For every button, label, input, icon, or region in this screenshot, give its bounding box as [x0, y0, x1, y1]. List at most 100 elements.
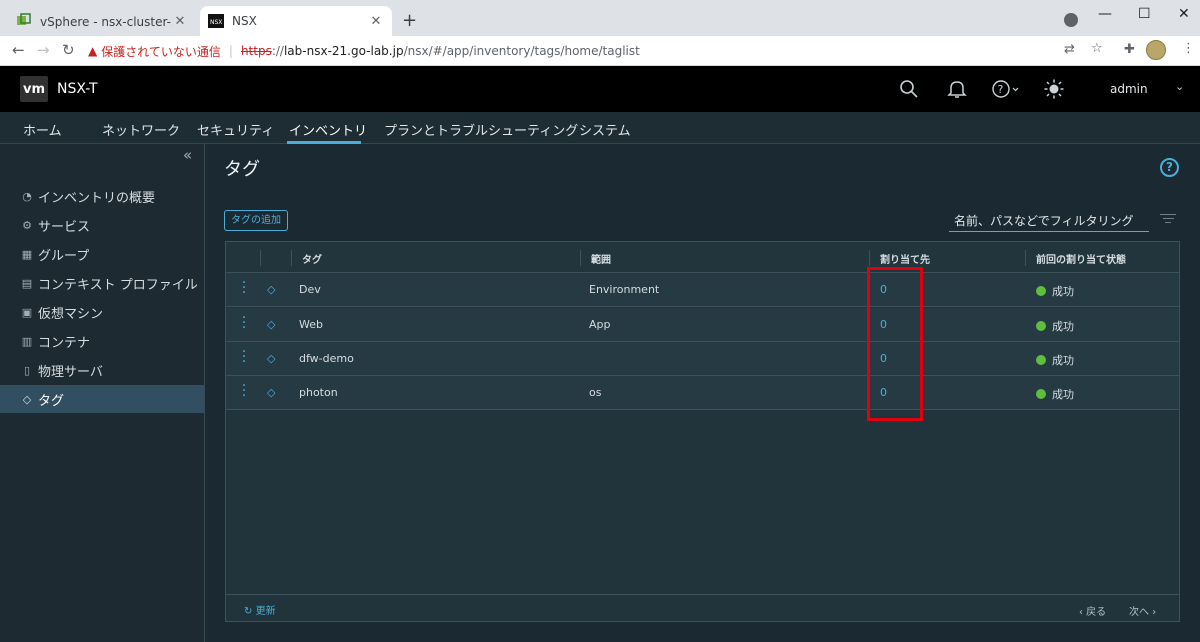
svg-text:?: ?	[998, 83, 1004, 96]
top-nav: ホーム ネットワーク セキュリティ インベントリ プランとトラブルシューティング…	[0, 112, 1200, 144]
tag-name: Web	[299, 318, 323, 331]
chevron-down-icon[interactable]: ⌄	[1175, 80, 1184, 93]
security-label: 保護されていない通信	[101, 44, 221, 59]
collapse-sidebar-icon[interactable]: «	[183, 146, 192, 164]
tab-title: NSX	[232, 14, 257, 28]
sidebar-item-label: 物理サーバ	[38, 364, 103, 380]
help-menu-icon[interactable]: ?	[992, 79, 1020, 99]
sidebar-item-label: サービス	[38, 219, 91, 235]
success-status-icon	[1036, 389, 1046, 399]
browser-tab-vsphere[interactable]: vSphere - nsx-cluster-21 - 仮想マ ✕	[8, 6, 196, 36]
page-title: タグ	[224, 159, 260, 180]
sidebar-item-inventory-overview[interactable]: ◔ インベントリの概要	[0, 182, 204, 210]
sidebar-item-label: 仮想マシン	[38, 306, 104, 322]
nav-networking[interactable]: ネットワーク	[102, 120, 180, 139]
minimize-icon[interactable]: —	[1098, 6, 1112, 22]
column-divider	[1025, 250, 1026, 266]
sidebar-item-containers[interactable]: ▥ コンテナ	[0, 327, 204, 355]
row-actions-icon[interactable]: · · ·	[241, 311, 247, 335]
sidebar-item-groups[interactable]: ▦ グループ	[0, 240, 204, 268]
refresh-icon: ↻	[244, 606, 253, 617]
address-bar: ← → ↻ ▲ 保護されていない通信 | https :// lab-nsx-2…	[0, 36, 1200, 66]
profile-icon: ▤	[21, 276, 33, 290]
tag-icon: ◇	[267, 283, 276, 296]
tag-scope: App	[589, 318, 611, 331]
tag-scope: Environment	[589, 283, 660, 296]
sidebar-item-label: グループ	[38, 248, 90, 264]
filter-icon[interactable]	[1160, 214, 1176, 226]
nav-plan-troubleshoot[interactable]: プランとトラブルシューティング	[384, 120, 578, 139]
new-tab-icon[interactable]: +	[402, 10, 417, 31]
row-actions-icon[interactable]: · · ·	[241, 345, 247, 369]
close-window-icon[interactable]: ✕	[1178, 6, 1190, 22]
column-divider	[580, 250, 581, 266]
maximize-icon[interactable]: ☐	[1138, 6, 1151, 22]
sidebar-item-tags[interactable]: ◇ タグ	[0, 385, 204, 413]
back-icon[interactable]: ←	[12, 41, 25, 59]
tag-name: dfw-demo	[299, 352, 354, 365]
tags-table: タグ 範囲 割り当て先 前回の割り当て状態 · · · ◇ Dev Environm…	[225, 241, 1180, 622]
user-menu[interactable]: admin	[1110, 82, 1148, 96]
next-page-button[interactable]: 次へ ›	[1129, 603, 1156, 618]
app-title: NSX-T	[57, 81, 98, 97]
table-header: タグ 範囲 割り当て先 前回の割り当て状態	[226, 242, 1179, 273]
row-actions-icon[interactable]: · · ·	[241, 379, 247, 403]
active-tab-indicator	[287, 141, 361, 144]
close-tab-icon[interactable]: ✕	[172, 14, 188, 29]
sidebar-item-virtual-machines[interactable]: ▣ 仮想マシン	[0, 298, 204, 326]
sidebar-item-physical-servers[interactable]: ▯ 物理サーバ	[0, 356, 204, 384]
table-row: · · · ◇ Dev Environment 0 成功	[226, 273, 1179, 307]
bookmark-star-icon[interactable]: ☆	[1091, 41, 1103, 56]
prev-page-button[interactable]: ‹ 戻る	[1079, 603, 1106, 618]
tab-title: vSphere - nsx-cluster-21 - 仮想マ	[40, 14, 172, 29]
success-status-icon	[1036, 286, 1046, 296]
table-row: · · · ◇ Web App 0 成功	[226, 308, 1179, 342]
column-divider	[291, 250, 292, 266]
reload-icon[interactable]: ↻	[62, 41, 75, 59]
column-header-tag[interactable]: タグ	[302, 251, 322, 266]
url-path: /nsx/#/app/inventory/tags/home/taglist	[403, 44, 640, 58]
search-icon[interactable]	[899, 79, 919, 99]
forward-icon[interactable]: →	[37, 41, 50, 59]
translate-icon[interactable]: ⇄	[1064, 42, 1075, 57]
nav-security[interactable]: セキュリティ	[197, 120, 274, 139]
extensions-icon[interactable]: ✚	[1124, 42, 1135, 57]
nav-home[interactable]: ホーム	[23, 120, 62, 139]
service-icon: ⚙	[22, 218, 32, 232]
url-separator: ://	[271, 44, 284, 58]
help-icon[interactable]: ?	[1160, 158, 1179, 177]
url-field[interactable]: ▲ 保護されていない通信 | https :// lab-nsx-21.go-l…	[88, 39, 1118, 63]
tag-scope: os	[589, 386, 602, 399]
sidebar-item-label: インベントリの概要	[38, 190, 156, 206]
profile-avatar[interactable]	[1146, 40, 1166, 60]
svg-text:NSX: NSX	[210, 19, 222, 26]
theme-sun-icon[interactable]	[1044, 79, 1064, 99]
browser-tab-nsx[interactable]: NSX NSX ✕	[200, 6, 392, 36]
filter-input[interactable]: 名前、パスなどでフィルタリング	[949, 208, 1149, 232]
tab-search-icon[interactable]	[1064, 13, 1078, 27]
status-text: 成功	[1052, 320, 1074, 333]
nav-system[interactable]: システム	[579, 120, 631, 139]
nav-inventory[interactable]: インベントリ	[289, 120, 367, 139]
column-header-scope[interactable]: 範囲	[591, 251, 611, 266]
status-text: 成功	[1052, 354, 1074, 367]
row-actions-icon[interactable]: · · ·	[241, 276, 247, 300]
omnibox-divider: |	[228, 44, 233, 58]
vmware-logo: vm	[20, 76, 48, 102]
table-row: · · · ◇ photon os 0 成功	[226, 376, 1179, 410]
bell-icon[interactable]	[947, 79, 967, 99]
annotation-highlight-box	[867, 267, 923, 421]
tag-icon: ◇	[22, 392, 32, 406]
close-tab-icon[interactable]: ✕	[368, 14, 384, 29]
sidebar-item-services[interactable]: ⚙ サービス	[0, 211, 204, 239]
refresh-button[interactable]: ↻ 更新	[244, 602, 276, 617]
column-header-status[interactable]: 前回の割り当て状態	[1036, 251, 1126, 266]
app-header: vm NSX-T ? admin ⌄	[0, 66, 1200, 112]
status-text: 成功	[1052, 388, 1074, 401]
sidebar-item-context-profiles[interactable]: ▤ コンテキスト プロファイル	[0, 269, 204, 297]
add-tag-button[interactable]: タグの追加	[224, 210, 288, 231]
column-header-assigned[interactable]: 割り当て先	[880, 251, 930, 266]
column-divider	[260, 250, 261, 266]
url-host: lab-nsx-21.go-lab.jp	[283, 44, 404, 58]
browser-menu-icon[interactable]: ⋮	[1182, 41, 1195, 56]
